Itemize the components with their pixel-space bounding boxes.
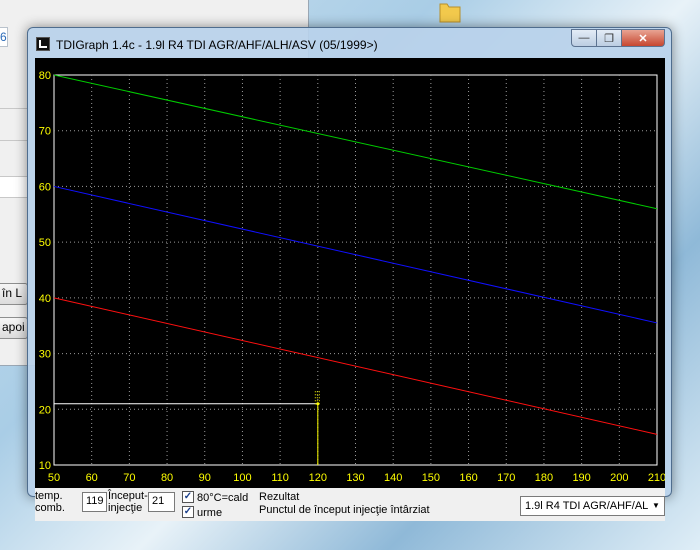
caption-buttons: — ❐ ✕ (571, 29, 665, 48)
x-tick-label: 210 (648, 472, 665, 484)
minimize-button[interactable]: — (571, 29, 597, 47)
bottom-controls: temp. comb. 119 Început- injecţie 21 ✓ 8… (35, 488, 665, 521)
x-tick-label: 140 (384, 472, 402, 484)
x-tick-label: 150 (422, 472, 440, 484)
x-tick-label: 120 (309, 472, 327, 484)
close-icon: ✕ (638, 32, 648, 45)
traces-label: urme (197, 507, 223, 519)
x-tick-label: 160 (459, 472, 477, 484)
x-tick-label: 50 (48, 472, 60, 484)
minimize-icon: — (578, 32, 590, 44)
marker-point (316, 402, 320, 406)
client-area: 50 60 70 80 90 100 110 120 130 140 150 160 170 180 190… (35, 58, 665, 521)
y-tick-label: 10 (39, 460, 51, 472)
y-tick-label: 60 (39, 181, 51, 193)
warm-80c-label: 80°C=cald (197, 492, 249, 504)
background-divider (0, 140, 27, 141)
y-tick-label: 80 (39, 70, 51, 82)
injection-value-field[interactable]: 21 (148, 492, 175, 512)
x-tick-label: 70 (123, 472, 135, 484)
y-tick-label: 30 (39, 349, 51, 361)
x-tick-label: 200 (610, 472, 628, 484)
warm-80c-checkbox[interactable]: ✓ (182, 491, 194, 503)
y-tick-label: 20 (39, 404, 51, 416)
title-bar[interactable]: TDIGraph 1.4c - 1.9l R4 TDI AGR/AHF/ALH/… (28, 28, 671, 58)
y-tick-label: 70 (39, 126, 51, 138)
x-tick-label: 60 (86, 472, 98, 484)
background-button[interactable]: apoi (0, 317, 28, 339)
series-line-2 (53, 185, 658, 324)
x-tick-label: 170 (497, 472, 515, 484)
traces-checkbox[interactable]: ✓ (182, 506, 194, 518)
app-icon (36, 37, 50, 51)
injection-chart[interactable]: 50 60 70 80 90 100 110 120 130 140 150 160 170 180 190… (35, 58, 665, 488)
maximize-icon: ❐ (604, 32, 614, 45)
x-tick-label: 180 (535, 472, 553, 484)
temp-value-field[interactable]: 119 (82, 492, 107, 512)
series-line-3 (53, 297, 658, 435)
tdigraph-window: TDIGraph 1.4c - 1.9l R4 TDI AGR/AHF/ALH/… (27, 27, 672, 521)
window-title: TDIGraph 1.4c - 1.9l R4 TDI AGR/AHF/ALH/… (56, 38, 378, 52)
x-tick-label: 130 (346, 472, 364, 484)
y-tick-label: 40 (39, 293, 51, 305)
close-button[interactable]: ✕ (622, 29, 665, 47)
background-row (0, 176, 27, 198)
background-button[interactable]: în L (0, 283, 28, 305)
result-heading: Rezultat (259, 491, 300, 503)
x-tick-label: 80 (161, 472, 173, 484)
engine-select-value: 1.9l R4 TDI AGR/AHF/ALH/ASV (525, 500, 664, 512)
injection-label: Început- injecţie (108, 490, 148, 514)
plot-frame (53, 74, 658, 466)
chevron-down-icon[interactable]: ▼ (648, 497, 664, 515)
temp-label: temp. comb. (35, 490, 65, 514)
x-tick-label: 90 (199, 472, 211, 484)
folder-icon[interactable] (438, 0, 462, 24)
x-tick-label: 190 (572, 472, 590, 484)
background-field[interactable]: 6 (0, 27, 8, 47)
result-text: Punctul de început injecţie întârziat (259, 504, 430, 516)
maximize-button[interactable]: ❐ (597, 29, 622, 47)
y-tick-label: 50 (39, 237, 51, 249)
x-tick-label: 100 (233, 472, 251, 484)
x-tick-label: 110 (271, 472, 289, 484)
background-divider (0, 108, 27, 109)
engine-select[interactable]: 1.9l R4 TDI AGR/AHF/ALH/ASV ▼ (520, 496, 665, 516)
